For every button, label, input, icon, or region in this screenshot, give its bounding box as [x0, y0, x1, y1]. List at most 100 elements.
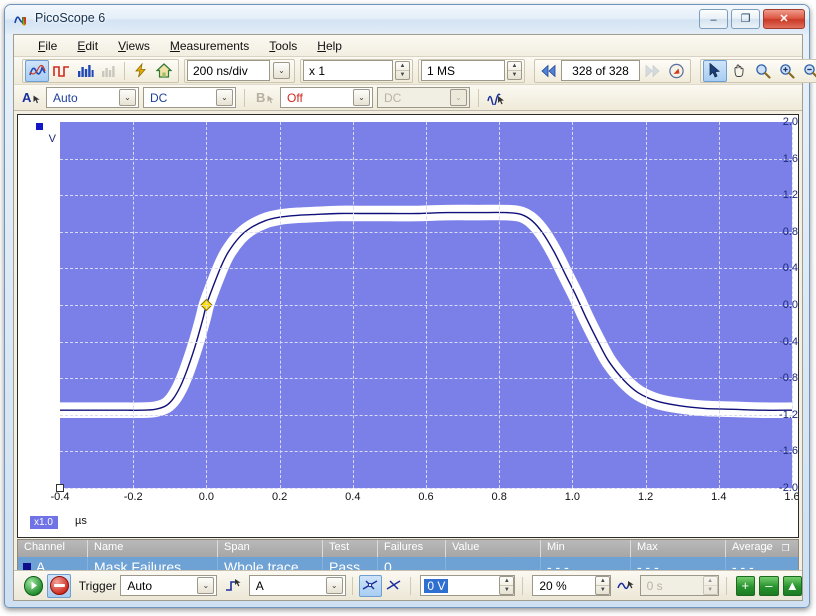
menu-help[interactable]: Help: [307, 37, 352, 55]
scope-view-icon[interactable]: [25, 59, 49, 82]
column-header[interactable]: Min: [541, 540, 631, 557]
column-header[interactable]: Span: [218, 540, 323, 557]
stop-capture-button[interactable]: [47, 573, 71, 598]
close-button[interactable]: ✕: [763, 9, 805, 29]
chevron-down-icon[interactable]: ⌄: [197, 577, 215, 594]
trigger-mode-combo[interactable]: Auto ⌄: [120, 575, 218, 596]
menu-views[interactable]: Views: [108, 37, 160, 55]
remove-measurement-button[interactable]: –: [759, 575, 779, 596]
x-axis-tick-label: 1.6: [784, 491, 799, 503]
x-axis-tick-label: 0.8: [491, 491, 507, 503]
channel-a-icon[interactable]: A: [22, 90, 42, 105]
y-axis-unit: V: [48, 133, 56, 145]
home-icon[interactable]: [152, 60, 176, 82]
channel-a-range-combo[interactable]: Auto ⌄: [46, 87, 139, 108]
channel-a-color-marker: [36, 123, 43, 130]
toolbar-separator: [244, 88, 245, 107]
menu-bar: File Edit Views Measurements Tools Help: [14, 35, 802, 57]
y-axis-tick-label: 2.0: [782, 116, 798, 128]
scope-view: V 2.0 1.6 1.2 0.8 0.4 0.0 -0.4 -0.8 -1.2 -1.6 -2.0…: [17, 114, 799, 538]
run-capture-icon[interactable]: [24, 575, 44, 596]
y-axis-tick-label: -0.8: [779, 372, 798, 385]
xy-view-icon[interactable]: [97, 60, 121, 82]
chevron-down-icon: ⌄: [450, 89, 467, 106]
spin-down-icon[interactable]: ▼: [508, 71, 521, 79]
spin-up-icon[interactable]: ▲: [596, 577, 610, 586]
buffer-navigation-group: 328 of 328: [534, 58, 691, 83]
timebase-dropdown-icon[interactable]: ⌄: [273, 62, 290, 79]
zoom-level-chip[interactable]: x1.0: [30, 516, 58, 529]
column-header[interactable]: Failures: [378, 540, 446, 557]
spin-down-icon[interactable]: ▼: [500, 586, 513, 594]
math-channels-icon[interactable]: [484, 87, 508, 109]
samples-field[interactable]: 1 MS: [421, 60, 505, 81]
rewind-icon[interactable]: [537, 60, 561, 82]
hand-pan-icon[interactable]: [727, 60, 751, 82]
post-trigger-delay-icon[interactable]: [614, 575, 637, 597]
menu-measurements[interactable]: Measurements: [160, 37, 259, 55]
trigger-source-combo[interactable]: A ⌄: [248, 575, 346, 596]
select-pointer-icon[interactable]: [703, 59, 727, 82]
column-header[interactable]: Test: [323, 540, 378, 557]
spin-up-icon[interactable]: ▲: [500, 577, 514, 586]
spectrum-view-icon[interactable]: [73, 60, 97, 82]
channel-b-coupling-combo: DC ⌄: [377, 87, 470, 108]
maximize-button[interactable]: ❐: [731, 9, 760, 29]
y-axis-tick-label: 0.8: [782, 225, 798, 238]
menu-file[interactable]: File: [28, 37, 67, 55]
channel-a-range-value: Auto: [53, 90, 78, 105]
timebase-field[interactable]: 200 ns/div: [187, 60, 270, 81]
grid-line-vertical: [279, 122, 281, 488]
channel-a-coupling-combo[interactable]: DC ⌄: [143, 87, 236, 108]
time-unit-label: µs: [75, 515, 87, 527]
forward-icon[interactable]: [640, 60, 664, 82]
trigger-threshold-field[interactable]: 0 V ▲ ▼: [420, 575, 516, 596]
collection-multiplier-field[interactable]: x 1: [303, 60, 393, 81]
zoom-in-icon[interactable]: [775, 60, 799, 82]
no-trigger-icon[interactable]: [382, 575, 405, 597]
column-header[interactable]: Name: [88, 540, 218, 557]
advanced-trigger-icon[interactable]: [358, 574, 383, 597]
samples-stepper[interactable]: ▲ ▼: [507, 61, 522, 80]
minimize-button[interactable]: –: [699, 9, 728, 29]
spin-up-icon[interactable]: ▲: [396, 62, 409, 71]
trigger-threshold-stepper[interactable]: ▲ ▼: [499, 576, 515, 595]
autosetup-icon[interactable]: [128, 60, 152, 82]
waveform-plot[interactable]: [60, 122, 793, 489]
spin-down-icon[interactable]: ▼: [596, 586, 609, 594]
menu-tools[interactable]: Tools: [259, 37, 307, 55]
chevron-down-icon[interactable]: ⌄: [325, 577, 343, 594]
column-header[interactable]: Max: [631, 540, 726, 557]
column-header[interactable]: Channel: [18, 540, 88, 557]
rising-edge-icon[interactable]: [221, 575, 244, 597]
spin-up-icon[interactable]: ▲: [508, 62, 521, 71]
toolbar-separator: [410, 576, 412, 595]
column-header[interactable]: Value: [446, 540, 541, 557]
zoom-marquee-icon[interactable]: [751, 60, 775, 82]
plot-resize-handle-bottom-left[interactable]: [56, 484, 64, 492]
spin-down-icon[interactable]: ▼: [396, 71, 409, 79]
add-measurement-button[interactable]: +: [735, 575, 756, 596]
pretrigger-percent-value: 20 %: [539, 578, 567, 593]
buffer-navigator-icon[interactable]: [664, 60, 688, 82]
chevron-down-icon[interactable]: ⌄: [353, 89, 370, 106]
channel-b-range-combo[interactable]: Off ⌄: [280, 87, 373, 108]
collection-multiplier-stepper[interactable]: ▲ ▼: [395, 61, 410, 80]
chevron-down-icon[interactable]: ⌄: [119, 89, 136, 106]
buffer-counter-field[interactable]: 328 of 328: [561, 60, 640, 81]
persistence-view-icon[interactable]: [49, 60, 73, 82]
pretrigger-stepper[interactable]: ▲ ▼: [595, 576, 611, 595]
zoom-out-icon[interactable]: [799, 60, 816, 82]
post-trigger-delay-stepper: ▲ ▼: [702, 576, 718, 595]
collection-multiplier-group: x 1 ▲ ▼: [300, 58, 413, 83]
x-axis-tick-label: 0.4: [345, 491, 361, 503]
channel-b-icon[interactable]: B: [256, 90, 276, 105]
grid-line-vertical: [426, 122, 427, 488]
pretrigger-percent-field[interactable]: 20 % ▲ ▼: [532, 575, 612, 596]
maximize-measurement-button[interactable]: ▲: [782, 575, 802, 596]
chevron-down-icon[interactable]: ⌄: [216, 89, 233, 106]
panel-minimize-button[interactable]: –: [761, 542, 774, 554]
menu-edit[interactable]: Edit: [67, 37, 108, 55]
maximize-icon: ❐: [740, 13, 751, 25]
panel-maximize-button[interactable]: ❐: [779, 542, 792, 554]
